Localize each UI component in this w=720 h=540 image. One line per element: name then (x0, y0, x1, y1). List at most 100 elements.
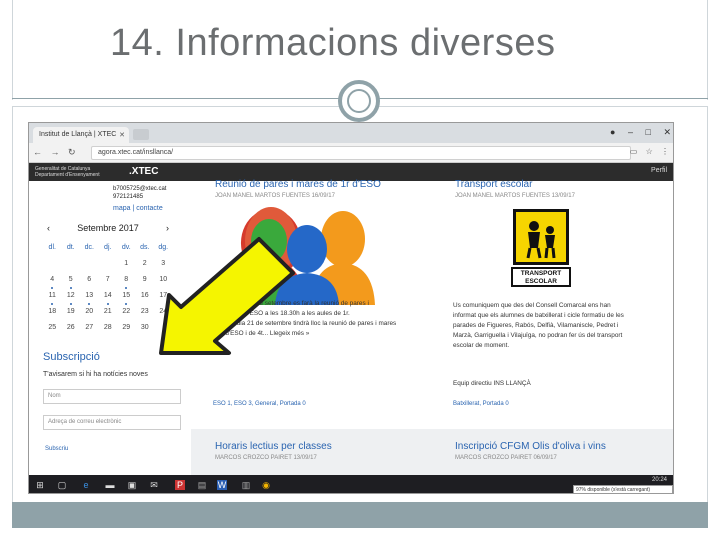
transport-sign-label: TRANSPORT ESCOLAR (511, 267, 571, 287)
school-bus-sign: TRANSPORT ESCOLAR (509, 207, 573, 291)
calendar-day[interactable]: 20 (80, 305, 99, 321)
sidebar-links: mapa | contacte (113, 205, 163, 212)
ring-inner-icon (347, 89, 371, 113)
ring-ornament-icon (338, 80, 380, 122)
gencat-line2: Departament d'Ensenyament (35, 172, 100, 178)
forward-icon[interactable]: → (51, 147, 60, 157)
calendar-day[interactable]: 22 (117, 305, 136, 321)
contact-info: b7005725@xtec.cat 972121485 (113, 185, 166, 201)
email-field[interactable]: Adreça de correu electrònic (43, 415, 181, 430)
calendar-day[interactable]: 6 (80, 273, 99, 289)
calendar-day[interactable]: 19 (62, 305, 81, 321)
powerpoint-icon[interactable]: P (175, 480, 185, 490)
calendar-day[interactable]: 5 (62, 273, 81, 289)
post-bottom-left-title[interactable]: Horaris lectius per classes (215, 441, 332, 452)
minimize-button[interactable]: – (628, 127, 633, 137)
post-right: Transport escolar JOAN MANEL MARTOS FUEN… (431, 179, 673, 429)
edge-icon[interactable]: e (81, 480, 91, 490)
post-bottom-left-meta: MARCOS CROZCO PAIRET 13/09/17 (215, 455, 317, 461)
subscribe-button[interactable]: Subscriu (43, 443, 77, 457)
windows-start-icon[interactable]: ⊞ (35, 480, 45, 490)
store-icon[interactable]: ▣ (127, 480, 137, 490)
slide-footer-bar (12, 502, 708, 528)
calendar-day[interactable]: 28 (99, 321, 118, 337)
slide: 14. Informacions diverses Institut de Ll… (0, 0, 720, 540)
post-right-tags[interactable]: Batxillerat, Portada 0 (453, 401, 509, 407)
calendar-day[interactable]: 13 (80, 289, 99, 305)
chrome-icon[interactable]: ◉ (261, 480, 271, 490)
profile-link[interactable]: Perfil (651, 167, 667, 174)
post-left-title[interactable]: Reunió de pares i mares de 1r d'ESO (215, 179, 381, 190)
post-bottom-right-meta: MARCOS CROZCO PAIRET 06/09/17 (455, 455, 557, 461)
post-right-line: Marzà, Garriguella i Vilajuïga, no podra… (453, 332, 623, 339)
post-right-text: Us comuniquem que des del Consell Comarc… (453, 301, 624, 351)
browser-tab-title: Institut de Llançà | XTEC (39, 131, 117, 138)
app-icon[interactable]: ▤ (197, 480, 207, 490)
xtec-brand[interactable]: .XTEC (129, 166, 158, 177)
contact-email: b7005725@xtec.cat (113, 186, 167, 192)
post-left-meta: JOAN MANEL MARTOS FUENTES 16/09/17 (215, 193, 335, 199)
maximize-button[interactable]: □ (646, 127, 651, 137)
calendar-day[interactable]: 26 (62, 321, 81, 337)
file-explorer-icon[interactable]: ▬ (105, 480, 115, 490)
calendar-weekday: dc. (84, 244, 94, 251)
nav-buttons: ← → ↻ (33, 147, 82, 158)
calendar-day[interactable]: 8 (117, 273, 136, 289)
mail-icon[interactable]: ✉ (149, 480, 159, 490)
taskbar-clock[interactable]: 20:24 (652, 477, 667, 484)
calendar-day[interactable]: 1 (117, 257, 136, 273)
profile-icon[interactable]: ● (610, 127, 615, 137)
post-right-meta: JOAN MANEL MARTOS FUENTES 13/09/17 (455, 193, 575, 199)
word-icon[interactable]: W (217, 480, 227, 490)
calendar-day[interactable]: 7 (99, 273, 118, 289)
post-bottom-right-title[interactable]: Inscripció CFGM Olis d'oliva i vins (455, 441, 606, 452)
calendar-weekday: dj. (104, 244, 112, 251)
browser-screenshot: Institut de Llançà | XTEC ✕ ● – □ ✕ ← → … (28, 122, 674, 494)
address-bar-row: ← → ↻ agora.xtec.cat/insllanca/ ▭ ☆ ⋮ (29, 143, 673, 163)
sign-line2: ESCOLAR (525, 278, 557, 285)
calendar-day[interactable]: 25 (43, 321, 62, 337)
calendar-day[interactable]: 29 (117, 321, 136, 337)
reload-icon[interactable]: ↻ (68, 147, 76, 157)
post-right-line: Us comuniquem que des del Consell Comarc… (453, 302, 611, 309)
new-tab-button[interactable] (133, 129, 149, 140)
calendar-weekday: dl. (48, 244, 56, 251)
calendar-day[interactable]: 11 (43, 289, 62, 305)
task-view-icon[interactable]: ▢ (57, 480, 67, 490)
close-window-button[interactable]: ✕ (663, 127, 671, 137)
menu-icon[interactable]: ⋮ (661, 147, 669, 156)
post-right-title[interactable]: Transport escolar (455, 179, 532, 190)
calendar-day[interactable]: 4 (43, 273, 62, 289)
close-tab-icon[interactable]: ✕ (119, 131, 125, 139)
calendar-month: Setembre 2017 (77, 223, 139, 233)
calendar-day[interactable]: 15 (117, 289, 136, 305)
star-icon[interactable]: ☆ (646, 147, 653, 156)
calendar-next-icon[interactable]: › (166, 223, 169, 233)
post-right-line: escolar de moment. (453, 342, 510, 349)
address-icons: ▭ ☆ ⋮ (624, 147, 669, 156)
calendar-day[interactable]: 12 (62, 289, 81, 305)
post-left-tags[interactable]: ESO 1, ESO 3, General, Portada 0 (213, 401, 306, 407)
calendar-weekday: dt. (66, 244, 75, 251)
translate-icon[interactable]: ▭ (630, 147, 638, 156)
calendar-day[interactable]: 27 (80, 321, 99, 337)
battery-tooltip: 97% disponible (s'està carregant) (573, 485, 673, 493)
calendar-day[interactable]: 14 (99, 289, 118, 305)
post-right-line: informat que els alumnes de batxillerat … (453, 312, 624, 319)
calendar-day (43, 257, 62, 273)
name-field[interactable]: Nom (43, 389, 181, 404)
calendar-day (99, 257, 118, 273)
calendar-prev-icon[interactable]: ‹ (47, 223, 50, 233)
back-icon[interactable]: ← (33, 147, 42, 157)
browser-tab[interactable]: Institut de Llançà | XTEC ✕ (33, 127, 129, 143)
contact-link[interactable]: contacte (136, 205, 162, 212)
link-separator: | (132, 205, 135, 212)
post-right-signature: Equip directiu INS LLANÇÀ (453, 380, 531, 387)
url-field[interactable]: agora.xtec.cat/insllanca/ (91, 146, 631, 160)
app-icon-2[interactable]: ▥ (241, 480, 251, 490)
calendar-day[interactable]: 18 (43, 305, 62, 321)
map-link[interactable]: mapa (113, 205, 131, 212)
pointer-arrow-icon (159, 237, 295, 355)
calendar-day[interactable]: 21 (99, 305, 118, 321)
subscribe-text: T'avisarem si hi ha notícies noves (43, 371, 148, 378)
